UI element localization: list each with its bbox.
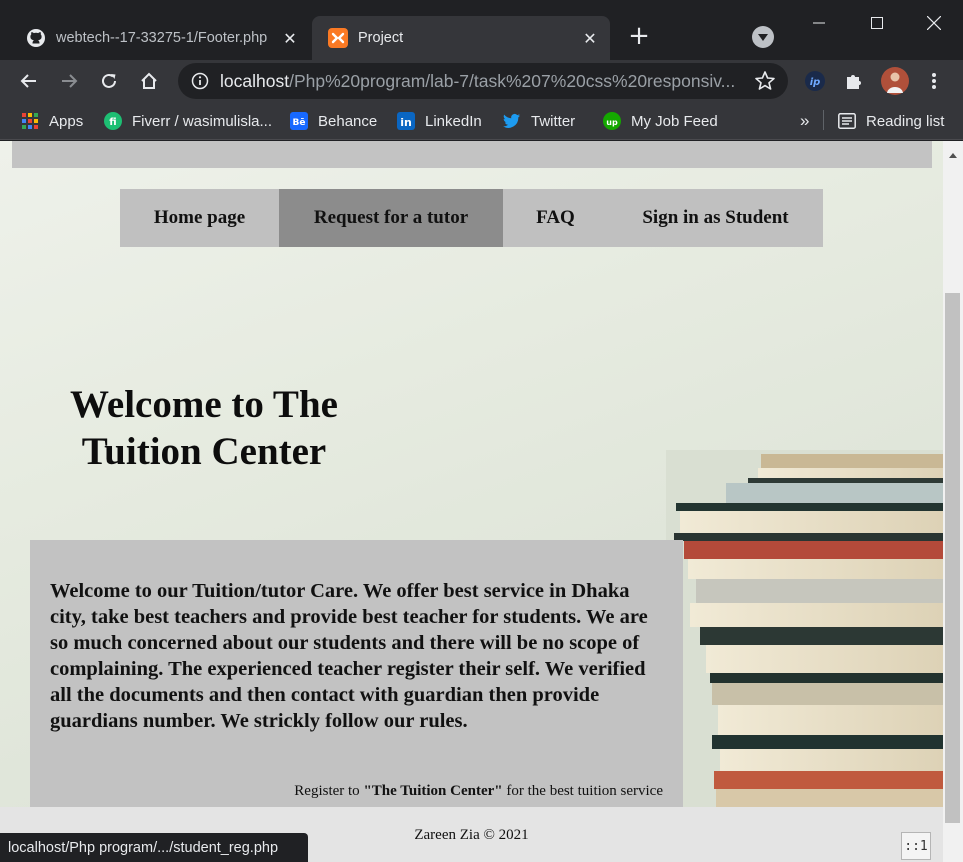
reading-list-button[interactable]: Reading list — [838, 110, 944, 132]
register-brand: "The Tuition Center" — [363, 783, 503, 799]
bookmark-behance[interactable]: Bē Behance — [290, 110, 377, 132]
register-suffix: for the best tuition service — [502, 783, 663, 799]
nav-sign-in-student[interactable]: Sign in as Student — [608, 189, 823, 247]
back-button[interactable] — [13, 65, 45, 97]
url-host: localhost — [220, 70, 290, 91]
site-info-icon[interactable] — [190, 71, 210, 91]
bookmarks-overflow-button[interactable]: » — [800, 110, 809, 132]
tab-close-icon[interactable]: ✕ — [278, 26, 302, 50]
minimize-button[interactable] — [790, 0, 848, 46]
forward-button[interactable] — [53, 65, 85, 97]
tab-title: webtech--17-33275-1/Footer.php — [56, 30, 268, 46]
new-tab-button[interactable]: + — [626, 23, 652, 50]
link-status-bubble: localhost/Php program/.../student_reg.ph… — [0, 833, 309, 862]
bookmark-apps[interactable]: Apps — [21, 110, 83, 132]
bookmark-label: Fiverr / wasimulisla... — [132, 112, 273, 130]
books-stack-image — [666, 450, 943, 810]
bookmark-label: My Job Feed — [631, 112, 718, 130]
tab-footer-php[interactable]: webtech--17-33275-1/Footer.php ✕ — [10, 16, 310, 60]
close-window-button[interactable] — [905, 0, 963, 46]
url-text: localhost/Php%20program/lab-7/task%207%2… — [220, 71, 740, 92]
nav-home-page[interactable]: Home page — [120, 189, 279, 247]
intro-panel: Welcome to our Tuition/tutor Care. We of… — [30, 540, 683, 810]
bookmarks-bar: Apps fi Fiverr / wasimulisla... Bē Behan… — [0, 102, 963, 140]
svg-text:in: in — [400, 116, 412, 129]
page-scrollbar[interactable] — [943, 141, 963, 862]
url-path: /Php%20program/lab-7/task%207%20css%20re… — [289, 70, 736, 91]
fiverr-icon: fi — [104, 112, 122, 130]
page-header-bar — [12, 141, 932, 168]
linkedin-icon: in — [397, 112, 415, 130]
tab-close-icon[interactable]: ✕ — [578, 26, 602, 50]
bookmark-label: LinkedIn — [425, 112, 482, 130]
intro-paragraph: Welcome to our Tuition/tutor Care. We of… — [50, 580, 648, 732]
bookmark-fiverr[interactable]: fi Fiverr / wasimulisla... — [104, 110, 272, 132]
bookmark-label: Twitter — [531, 112, 576, 130]
register-prefix: Register to — [294, 783, 364, 799]
overflow-chevron-icon: » — [800, 111, 810, 130]
scrollbar-thumb[interactable] — [945, 293, 960, 823]
home-button[interactable] — [133, 65, 165, 97]
tab-strip: webtech--17-33275-1/Footer.php ✕ Project… — [0, 0, 963, 60]
tab-title: Project — [358, 30, 404, 46]
bookmark-linkedin[interactable]: in LinkedIn — [397, 110, 482, 132]
scroll-up-arrow-icon[interactable] — [943, 147, 963, 163]
tab-project[interactable]: Project ✕ — [312, 16, 610, 60]
reload-button[interactable] — [93, 65, 125, 97]
extensions-puzzle-icon[interactable] — [838, 65, 870, 97]
nav-request-tutor[interactable]: Request for a tutor — [279, 189, 503, 247]
register-line: Register to "The Tuition Center" for the… — [294, 783, 663, 800]
bookmark-my-job-feed[interactable]: up My Job Feed — [603, 110, 718, 132]
bookmark-label: Behance — [318, 112, 378, 130]
tab-search-icon[interactable] — [752, 26, 774, 48]
nav-faq[interactable]: FAQ — [503, 189, 608, 247]
svg-text:ip: ip — [810, 77, 821, 88]
twitter-icon — [503, 112, 521, 130]
svg-text:Bē: Bē — [293, 118, 306, 128]
bookmarks-separator — [823, 110, 824, 130]
svg-text:fi: fi — [109, 117, 116, 128]
upwork-icon: up — [603, 112, 621, 130]
page-viewport: Home page Request for a tutor FAQ Sign i… — [0, 141, 943, 862]
bookmark-twitter[interactable]: Twitter — [503, 110, 575, 132]
maximize-button[interactable] — [848, 0, 906, 46]
welcome-heading: Welcome to The Tuition Center — [70, 383, 338, 473]
apps-grid-icon — [21, 112, 39, 130]
behance-icon: Bē — [290, 112, 308, 130]
reading-list-label: Reading list — [866, 112, 945, 130]
address-bar[interactable]: localhost/Php%20program/lab-7/task%207%2… — [178, 63, 788, 99]
main-nav: Home page Request for a tutor FAQ Sign i… — [120, 189, 823, 247]
xampp-icon — [328, 28, 348, 48]
svg-text:up: up — [606, 118, 618, 127]
page-corner-indicator: ::1 — [901, 832, 931, 860]
github-icon — [26, 28, 46, 48]
bookmark-label: Apps — [49, 112, 84, 130]
browser-toolbar: localhost/Php%20program/lab-7/task%207%2… — [0, 60, 963, 102]
browser-menu-icon[interactable] — [918, 65, 950, 97]
ip-extension-icon[interactable]: ip — [799, 65, 831, 97]
reading-list-icon — [838, 112, 856, 130]
profile-avatar[interactable] — [879, 65, 911, 97]
bookmark-star-icon[interactable] — [754, 70, 776, 96]
